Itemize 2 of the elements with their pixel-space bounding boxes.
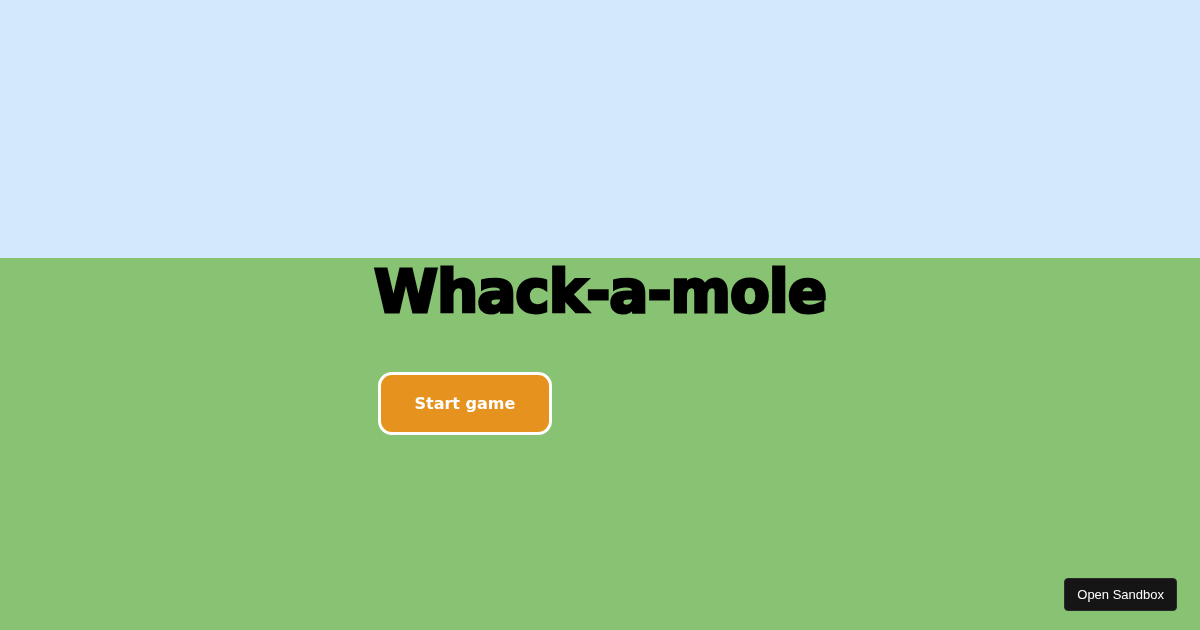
open-sandbox-button[interactable]: Open Sandbox [1064, 578, 1177, 611]
game-title: Whack-a-mole [373, 258, 827, 326]
